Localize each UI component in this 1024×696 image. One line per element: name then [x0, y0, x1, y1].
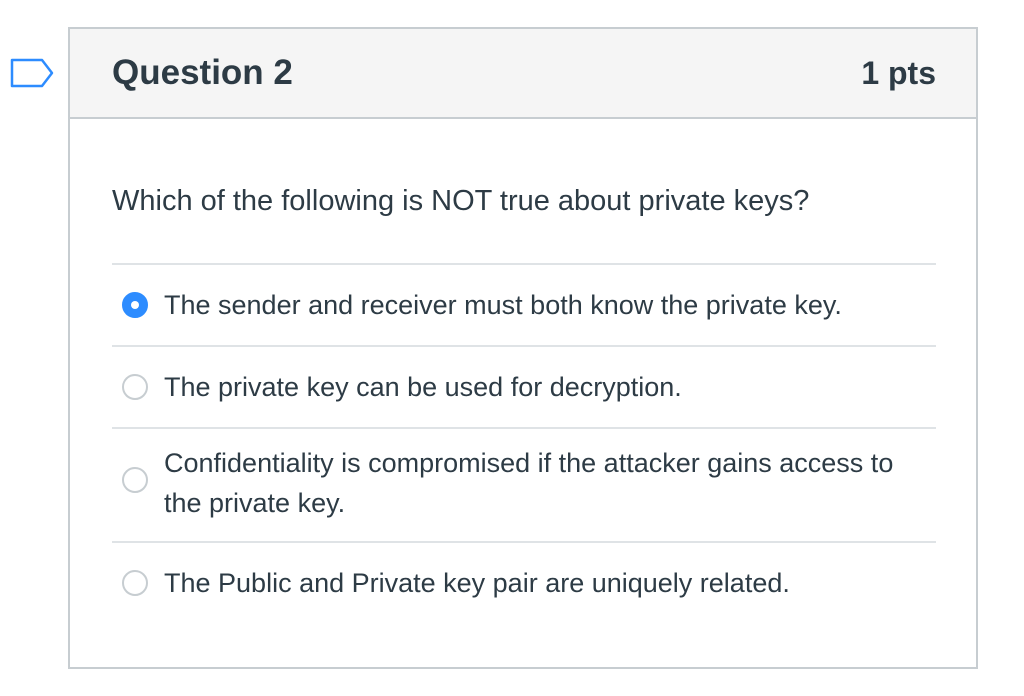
radio-button[interactable] [122, 570, 148, 596]
answer-list: The sender and receiver must both know t… [112, 263, 936, 623]
question-header: Question 2 1 pts [70, 29, 976, 119]
radio-button[interactable] [122, 467, 148, 493]
flag-question-icon[interactable] [10, 58, 54, 88]
answer-label: The private key can be used for decrypti… [164, 372, 682, 402]
question-card: Question 2 1 pts Which of the following … [68, 27, 978, 669]
question-title: Question 2 [112, 53, 293, 92]
answer-label: Confidentiality is compromised if the at… [164, 448, 894, 518]
answer-option-1[interactable]: The sender and receiver must both know t… [112, 265, 936, 347]
answer-label: The sender and receiver must both know t… [164, 290, 842, 320]
answer-option-2[interactable]: The private key can be used for decrypti… [112, 347, 936, 429]
answer-option-3[interactable]: Confidentiality is compromised if the at… [112, 429, 936, 543]
radio-button-selected[interactable] [122, 292, 148, 318]
radio-button[interactable] [122, 374, 148, 400]
answer-label: The Public and Private key pair are uniq… [164, 568, 790, 598]
question-body: Which of the following is NOT true about… [70, 183, 976, 623]
answer-option-4[interactable]: The Public and Private key pair are uniq… [112, 543, 936, 623]
question-text: Which of the following is NOT true about… [112, 185, 810, 217]
question-points: 1 pts [861, 54, 936, 91]
